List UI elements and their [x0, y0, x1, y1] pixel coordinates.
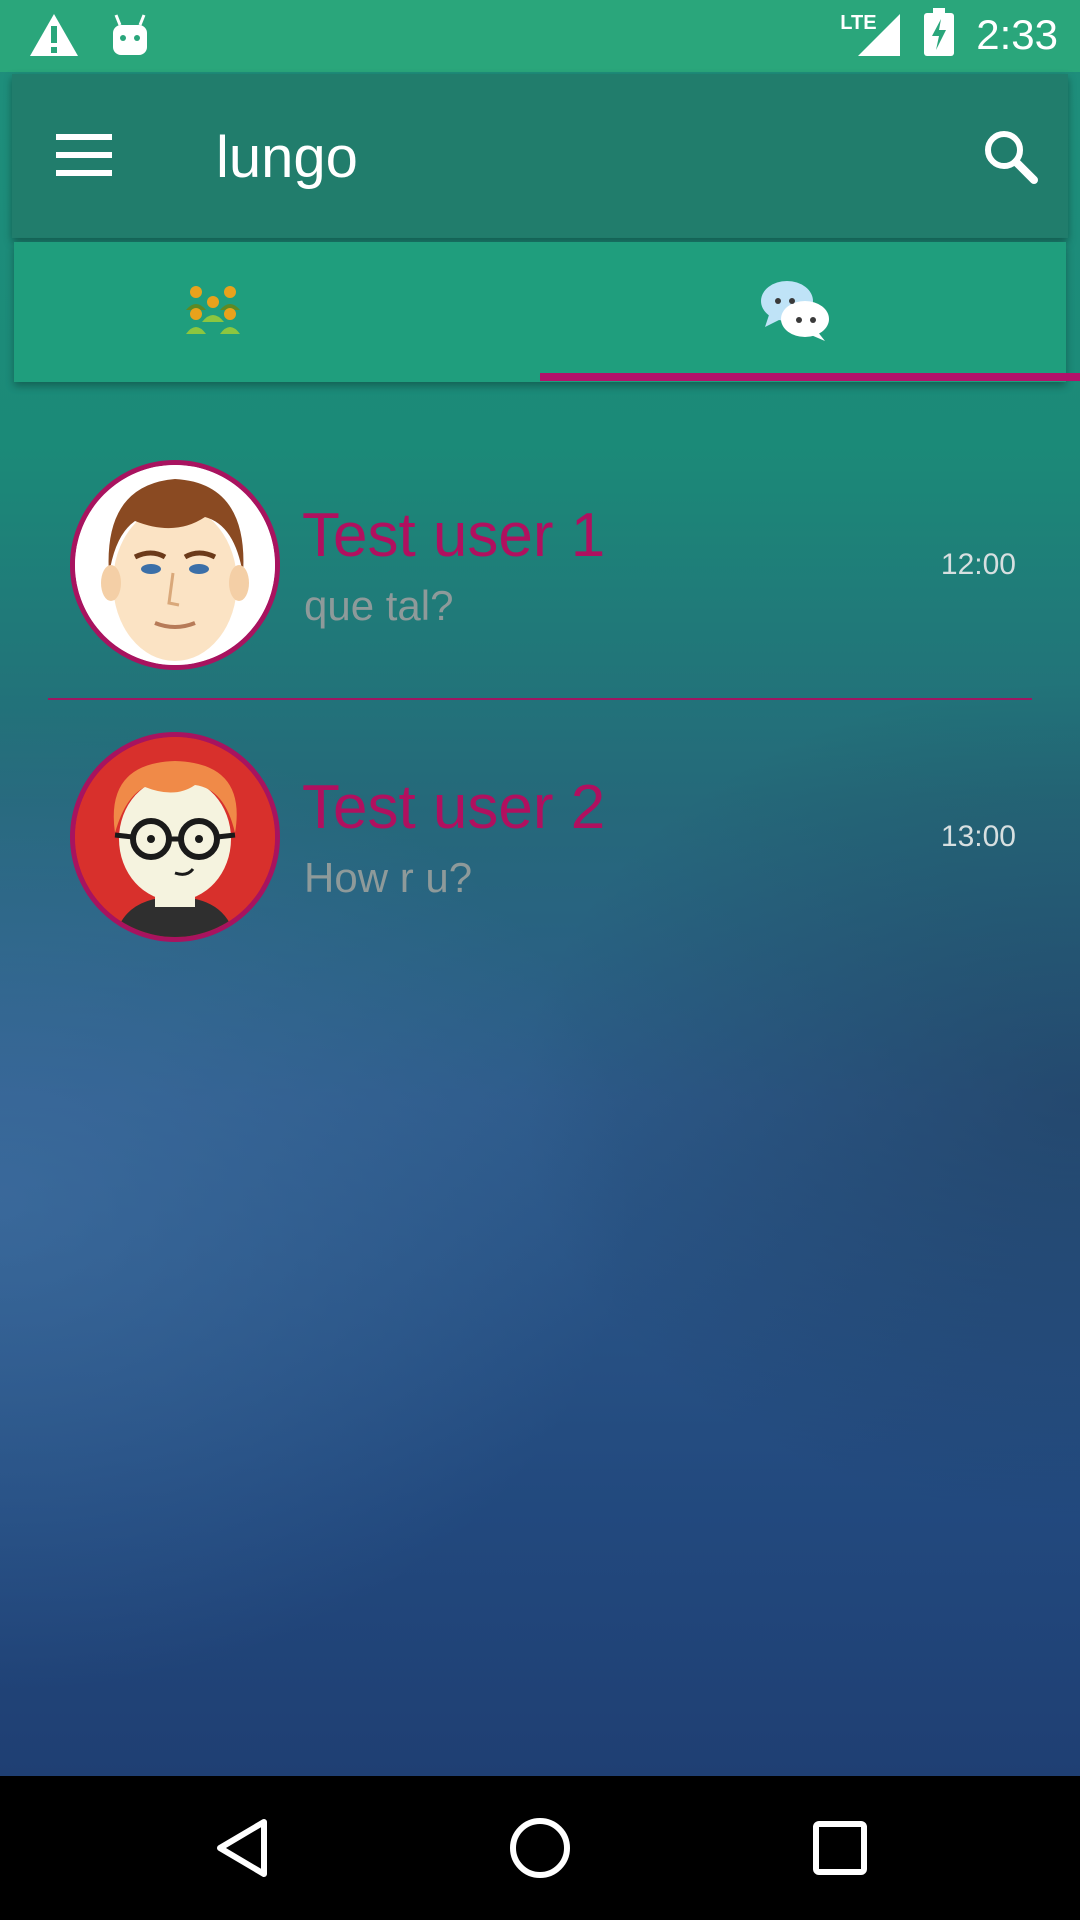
recents-icon[interactable] — [804, 1812, 876, 1884]
tab-bar — [14, 242, 1066, 382]
warning-icon — [28, 12, 80, 63]
battery-charging-icon — [924, 8, 955, 61]
tab-contacts[interactable] — [14, 242, 540, 382]
menu-icon[interactable] — [56, 134, 112, 176]
man-avatar — [70, 460, 280, 670]
chat-time: 12:00 — [940, 548, 1016, 581]
navigation-bar — [0, 1776, 1080, 1920]
home-icon[interactable] — [504, 1812, 576, 1884]
android-icon — [110, 13, 150, 62]
screen: LTE 2:33 lungo Test user 1 que tal? 12:0… — [0, 0, 1080, 1776]
status-bar: LTE 2:33 — [0, 0, 1080, 72]
chat-message: que tal? — [304, 582, 454, 629]
chat-item[interactable]: Test user 2 How r u? 13:00 — [0, 724, 1080, 964]
glasses-avatar — [70, 732, 280, 942]
chat-item[interactable]: Test user 1 que tal? 12:00 — [0, 452, 1080, 692]
app-bar: lungo — [12, 74, 1068, 238]
divider — [48, 698, 1032, 700]
chat-time: 13:00 — [940, 820, 1016, 853]
tab-indicator — [540, 373, 1080, 381]
contacts-icon — [184, 284, 244, 341]
chat-name: Test user 2 — [302, 773, 606, 842]
network-label: LTE — [840, 11, 877, 34]
signal-icon: LTE — [840, 12, 902, 58]
chat-message: How r u? — [304, 854, 473, 901]
back-icon[interactable] — [206, 1812, 278, 1884]
chat-name: Test user 1 — [302, 501, 606, 570]
search-icon[interactable] — [980, 126, 1040, 186]
chat-bubbles-icon — [759, 277, 831, 348]
tab-chats[interactable] — [540, 242, 1066, 382]
app-title: lungo — [216, 125, 358, 190]
status-time: 2:33 — [976, 10, 1058, 58]
